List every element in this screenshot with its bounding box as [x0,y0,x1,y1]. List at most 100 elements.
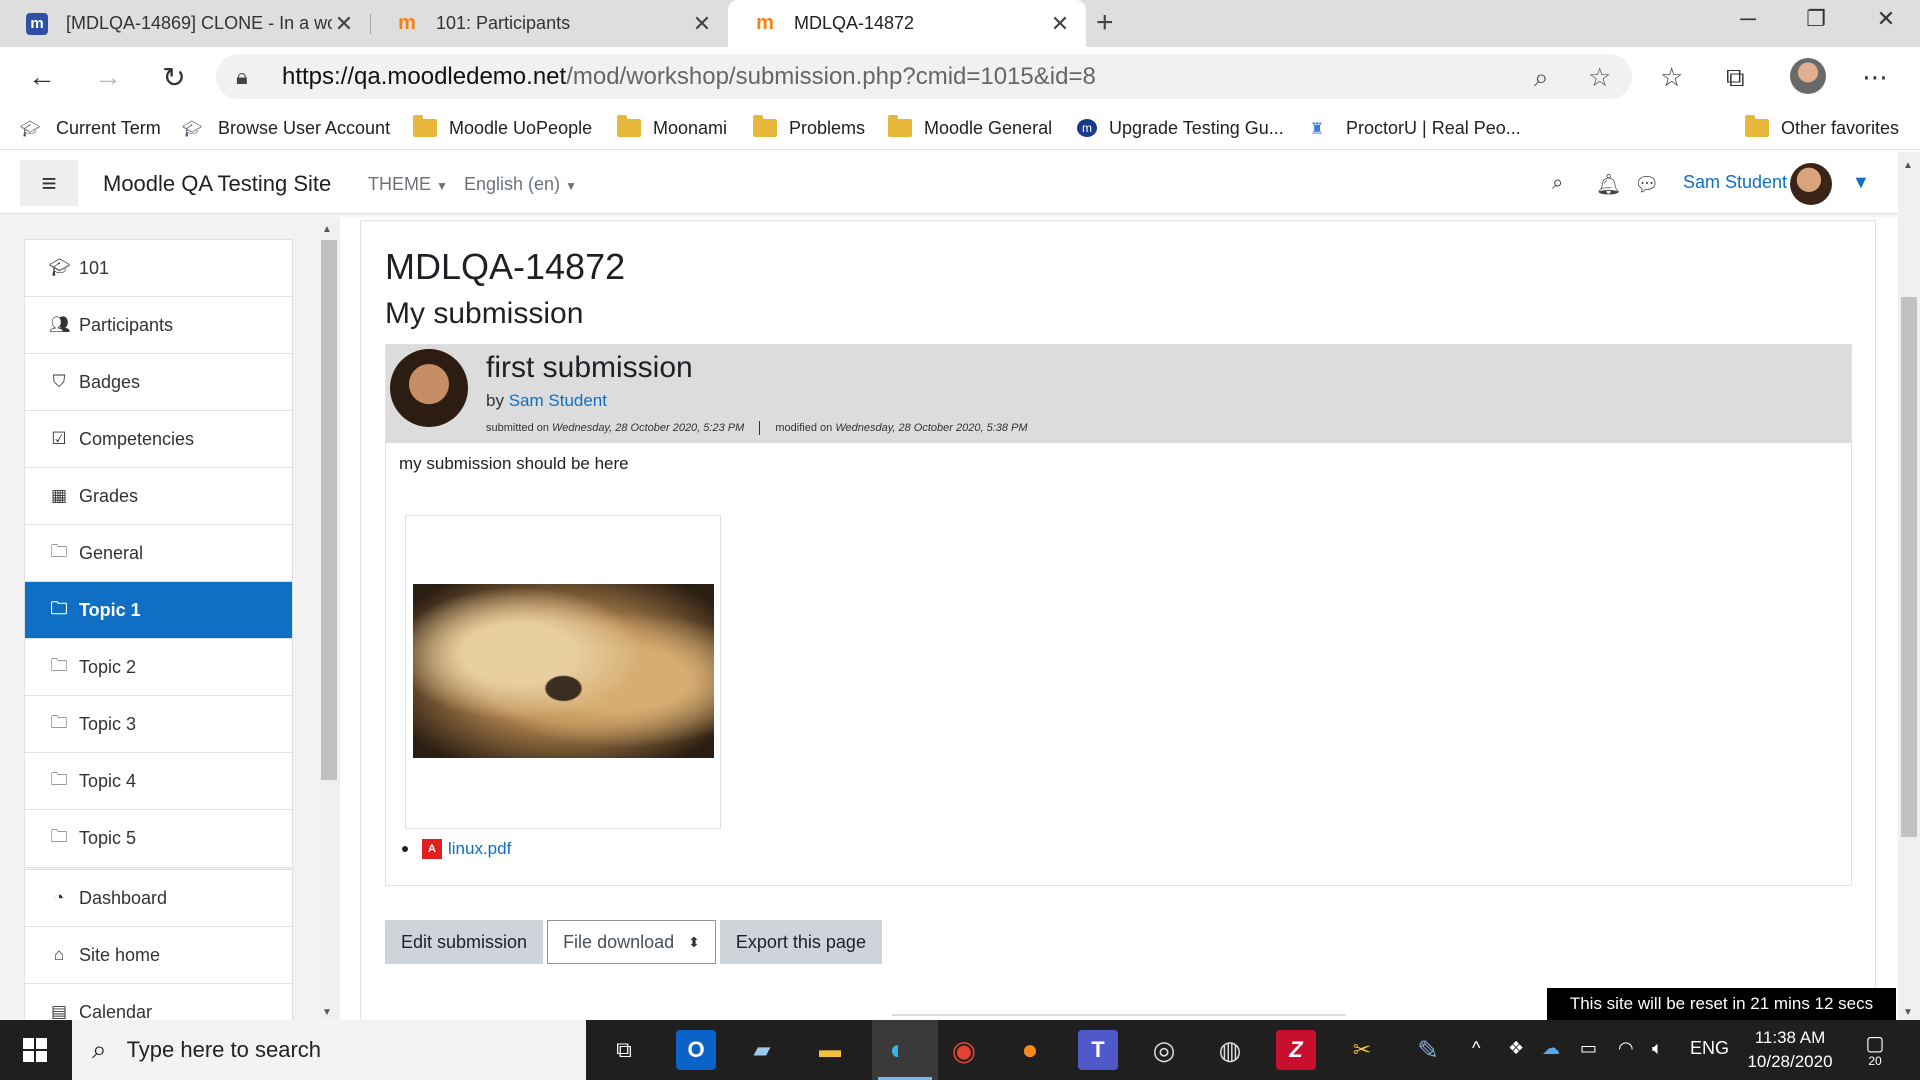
scrollbar-thumb[interactable] [321,240,337,780]
browser-toolbar: ← → ↻ 🔒︎ https://qa.moodledemo.net/mod/w… [0,47,1920,106]
wifi-icon[interactable]: ◠ [1618,1038,1634,1059]
tray-chevron-icon[interactable]: ^ [1472,1038,1480,1059]
scroll-down-icon[interactable]: ▼ [1903,1007,1913,1018]
firefox-icon[interactable]: ● [1010,1030,1050,1070]
favorite-item[interactable]: 🎓︎ Browse User Account [182,114,390,142]
favorite-item[interactable]: ♜ ProctorU | Real Peo... [1310,114,1521,142]
favorite-item[interactable]: 🎓︎ Current Term [20,114,161,142]
drawer-scrollbar[interactable]: ▲ ▼ [318,222,340,1020]
user-menu-name[interactable]: Sam Student [1683,172,1787,193]
nav-item-topic-4[interactable]: 🗀 Topic 4 [25,753,292,810]
battery-icon[interactable]: ▭ [1580,1038,1597,1059]
favorite-item[interactable]: m Upgrade Testing Gu... [1077,114,1284,142]
browser-tab-2[interactable]: m 101: Participants ✕ [370,0,728,47]
more-menu-icon[interactable]: ⋯ [1862,62,1888,93]
star-icon[interactable]: ☆ [1588,62,1611,93]
window-close-icon[interactable]: ✕ [1866,6,1906,32]
edge-icon[interactable]: ◐ [878,1030,918,1070]
nav-item-site-home[interactable]: ⌂ Site home [25,927,292,984]
notification-center[interactable]: ▢ 20 [1858,1034,1892,1068]
nav-item-grades[interactable]: ▦ Grades [25,468,292,525]
favorite-item[interactable]: Moonami [617,114,727,142]
nav-item-general[interactable]: 🗀 General [25,525,292,582]
nav-item-topic-1[interactable]: 🗀 Topic 1 [25,582,292,639]
collections-icon[interactable]: ⧉ [1726,62,1745,94]
favorite-item[interactable]: Problems [753,114,865,142]
close-icon[interactable]: ✕ [1048,11,1072,37]
nav-item-competencies[interactable]: ☑ Competencies [25,411,292,468]
nav-item-dashboard[interactable]: ◔ Dashboard [25,870,292,927]
favorite-item[interactable]: Moodle UoPeople [413,114,592,142]
system-clock[interactable]: 11:38 AM 10/28/2020 [1740,1026,1840,1074]
outlook-icon[interactable]: O [676,1030,716,1070]
nav-item-participants[interactable]: 👥︎ Participants [25,297,292,354]
footer-divider [892,1014,1346,1016]
browser-tab-3-active[interactable]: m MDLQA-14872 ✕ [728,0,1086,47]
taskbar-search[interactable]: ⌕ Type here to search [72,1020,586,1080]
browser-tab-1[interactable]: m [MDLQA-14869] CLONE - In a workshop ✕ [0,0,370,47]
dropbox-icon[interactable]: ❖ [1508,1038,1524,1059]
attachment-link[interactable]: linux.pdf [448,839,511,859]
lock-icon: 🔒︎ [236,64,248,89]
start-button[interactable] [0,1020,70,1080]
nav-item-course[interactable]: 🎓︎ 101 [25,240,292,297]
paint-icon[interactable]: ✎ [1408,1030,1448,1070]
teams-icon[interactable]: T [1078,1030,1118,1070]
notification-count: 20 [1868,1054,1882,1068]
nav-item-topic-5[interactable]: 🗀 Topic 5 [25,810,292,867]
drawer-toggle-button[interactable]: ≡ [20,160,78,206]
task-view-icon[interactable]: ⧉ [604,1030,644,1070]
back-arrow-icon[interactable]: ← [22,57,62,97]
export-page-button[interactable]: Export this page [719,920,882,964]
close-icon[interactable]: ✕ [332,11,356,37]
file-download-select[interactable]: File download ⬍ [547,920,716,964]
input-language[interactable]: ENG [1690,1038,1729,1059]
other-favorites[interactable]: Other favorites [1745,114,1899,142]
snipping-tool-icon[interactable]: ✂ [1342,1030,1382,1070]
new-tab-icon[interactable]: + [1096,6,1114,40]
message-icon[interactable]: 💬︎ [1634,172,1659,197]
language-dropdown[interactable]: English (en) ▼ [464,174,577,195]
author-avatar[interactable] [390,349,468,427]
favorite-item[interactable]: Moodle General [888,114,1052,142]
bell-icon[interactable]: 🔔︎ [1596,172,1621,197]
address-bar[interactable]: 🔒︎ https://qa.moodledemo.net/mod/worksho… [216,54,1632,99]
nav-item-topic-2[interactable]: 🗀 Topic 2 [25,639,292,696]
caret-down-icon[interactable]: ▼ [1852,172,1870,193]
calendar-icon: ▤ [50,1002,68,1020]
notepad-icon[interactable]: ▰ [742,1030,782,1070]
minimize-icon[interactable]: ─ [1728,6,1768,32]
site-name[interactable]: Moodle QA Testing Site [103,171,331,197]
modified-label: modified on [775,421,833,434]
chrome-icon[interactable]: ◉ [944,1030,984,1070]
refresh-icon[interactable]: ↻ [154,57,194,97]
scroll-up-icon[interactable]: ▲ [1903,160,1913,171]
favorites-list-icon[interactable]: ☆ [1660,62,1683,93]
filezilla-icon[interactable]: Z [1276,1030,1316,1070]
file-explorer-icon[interactable]: ▬ [810,1030,850,1070]
onedrive-icon[interactable]: ☁ [1542,1038,1560,1059]
restore-icon[interactable]: ❐ [1796,6,1836,32]
page-scrollbar[interactable]: ▲ ▼ [1898,152,1920,1020]
language-label: English (en) [464,174,561,194]
profile-avatar-icon[interactable] [1790,58,1826,94]
edit-submission-button[interactable]: Edit submission [385,920,544,964]
author-link[interactable]: Sam Student [509,391,607,410]
search-icon[interactable]: ⌕ [1552,172,1563,195]
theme-dropdown[interactable]: THEME ▼ [368,174,448,195]
nav-item-label: Topic 3 [79,713,137,734]
nav-item-calendar[interactable]: ▤ Calendar [25,984,292,1021]
select-value: File download [563,931,675,952]
close-icon[interactable]: ✕ [690,11,714,37]
forward-arrow-icon[interactable]: → [88,57,128,97]
zoom-icon[interactable]: ⌕ [1534,62,1549,94]
scrollbar-thumb[interactable] [1901,297,1917,837]
media-player-icon[interactable]: ◎ [1144,1030,1184,1070]
volume-icon[interactable]: 🔈︎ [1652,1038,1663,1059]
nav-item-badges[interactable]: ⛉ Badges [25,354,292,411]
nav-item-topic-3[interactable]: 🗀 Topic 3 [25,696,292,753]
scroll-down-icon[interactable]: ▼ [322,1007,332,1018]
scroll-up-icon[interactable]: ▲ [322,224,332,235]
user-avatar[interactable] [1790,163,1832,205]
password-manager-icon[interactable]: ◍ [1210,1030,1250,1070]
